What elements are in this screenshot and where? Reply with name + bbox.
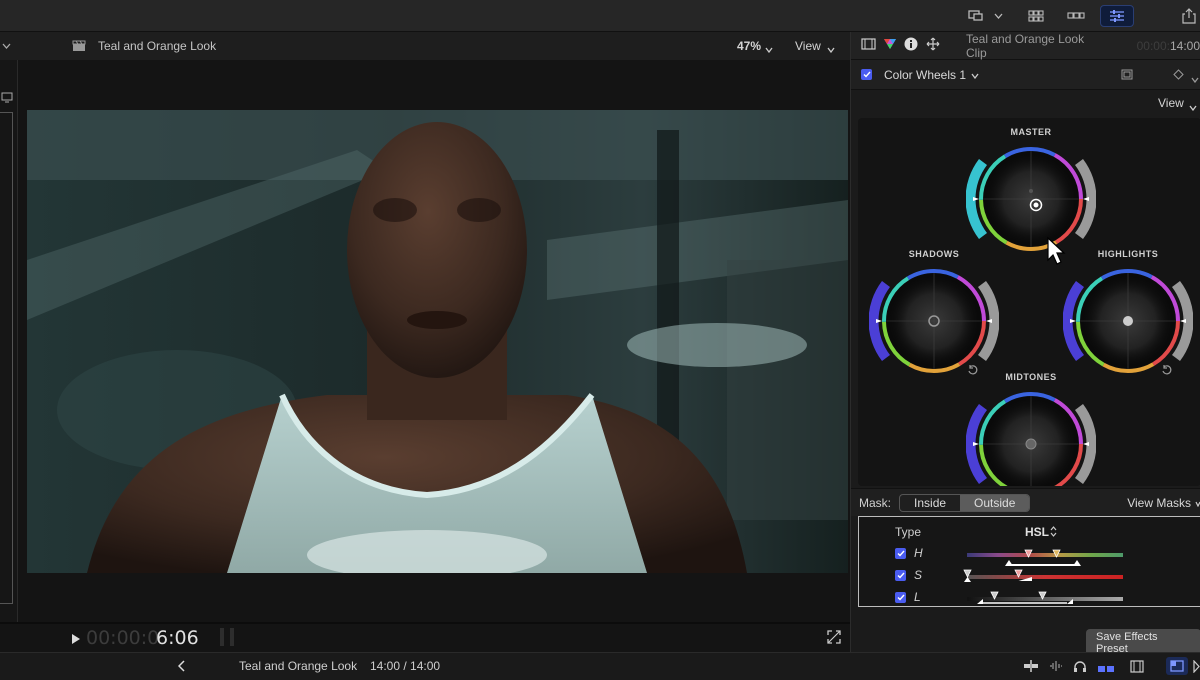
keyframe-diamond-icon[interactable] <box>1173 69 1184 83</box>
scope-waveform-frame <box>0 112 13 604</box>
chevron-down-icon[interactable] <box>971 68 979 82</box>
mask-label: Mask: <box>859 495 892 510</box>
chevron-down-icon[interactable] <box>2 38 11 52</box>
headphones-icon[interactable] <box>1073 660 1087 676</box>
hsl-qualifier-panel: Type HSL H S L <box>858 516 1200 607</box>
clip-appearance-icon[interactable] <box>1130 660 1144 676</box>
view-masks-menu[interactable]: View Masks <box>1127 496 1191 510</box>
clip-time-dim: 00:00: <box>1136 38 1170 53</box>
chevron-down-icon[interactable] <box>1195 496 1200 510</box>
video-frame <box>27 110 848 573</box>
wheels-view-menu[interactable]: View <box>1158 96 1184 110</box>
highlights-wheel-label: HIGHLIGHTS <box>1097 249 1159 259</box>
viewer-header: Teal and Orange Look 47% View <box>0 32 850 60</box>
luma-range-handles-icon[interactable] <box>977 591 1077 608</box>
reset-icon[interactable] <box>1161 364 1173 379</box>
luma-checkbox[interactable] <box>895 592 906 603</box>
mask-row: Mask: Inside Outside View Masks <box>851 488 1200 516</box>
zoom-level[interactable]: 47% <box>737 39 761 53</box>
reset-icon[interactable] <box>967 364 979 379</box>
mask-inside-button[interactable]: Inside <box>900 495 960 511</box>
hue-checkbox[interactable] <box>895 548 906 559</box>
inspector-tabs: Teal and Orange Look Clip 00:00: 14:00 <box>851 32 1200 60</box>
clapper-icon <box>72 40 86 55</box>
share-icon[interactable] <box>1178 5 1200 27</box>
effect-name-menu[interactable]: Color Wheels 1 <box>884 68 966 82</box>
clip-time: 14:00 <box>1169 38 1200 53</box>
timeline-toolbar: Teal and Orange Look 14:00 / 14:00 <box>0 652 1200 680</box>
snapping-icon[interactable] <box>1097 662 1115 676</box>
project-duration: 14:00 / 14:00 <box>370 659 441 673</box>
viewer-footer: 00:00:0 6:06 <box>0 624 850 652</box>
type-select[interactable]: HSL <box>1025 525 1049 539</box>
viewer-clip-title: Teal and Orange Look <box>98 39 217 53</box>
color-wheels-panel: MASTER SHADOWS HIGHLIGHTS MIDTONES <box>858 118 1200 486</box>
info-icon[interactable] <box>904 37 918 54</box>
transform-icon[interactable] <box>926 37 940 54</box>
timeline-icon[interactable] <box>1060 5 1092 27</box>
scopes-strip <box>0 60 18 622</box>
shadows-color-wheel[interactable] <box>869 264 999 379</box>
display-icon[interactable] <box>962 5 990 27</box>
mask-shape-icon[interactable] <box>1121 69 1133 83</box>
transitions-icon[interactable] <box>1193 659 1200 676</box>
audio-meter-icon <box>220 628 224 646</box>
chevron-down-icon[interactable] <box>827 42 835 56</box>
saturation-low-handle-icon[interactable] <box>963 569 972 586</box>
luma-label: L <box>914 590 921 604</box>
wheels-view-row: View <box>851 90 1200 116</box>
video-inspector-icon[interactable] <box>861 38 876 53</box>
chevron-down-icon[interactable] <box>765 42 773 56</box>
highlights-color-wheel[interactable] <box>1063 264 1193 379</box>
shadows-wheel-label: SHADOWS <box>908 249 960 259</box>
inspector-clip-name: Teal and Orange Look Clip <box>966 31 1085 60</box>
skimming-icon[interactable] <box>1023 660 1039 675</box>
monitor-icon[interactable] <box>1 92 13 106</box>
play-icon[interactable] <box>71 633 80 647</box>
inspector-panel: Teal and Orange Look Clip 00:00: 14:00 C… <box>850 32 1200 657</box>
project-name: Teal and Orange Look <box>239 659 358 673</box>
saturation-label: S <box>914 568 923 582</box>
timecode: 6:06 <box>156 627 199 649</box>
fullscreen-icon[interactable] <box>827 630 841 647</box>
master-wheel-label: MASTER <box>1010 127 1052 137</box>
chevron-down-icon[interactable] <box>990 5 1006 27</box>
hue-falloff-handle-icon[interactable] <box>1005 556 1081 570</box>
effect-enable-checkbox[interactable] <box>861 69 872 80</box>
saturation-range-track[interactable] <box>967 575 1123 579</box>
color-inspector-icon[interactable] <box>883 38 897 53</box>
browser-grid-icon[interactable] <box>1022 5 1050 27</box>
save-preset-row: Save Effects Preset <box>851 622 1200 657</box>
mask-outside-button[interactable]: Outside <box>960 494 1030 511</box>
type-label: Type <box>895 525 922 539</box>
midtones-color-wheel[interactable] <box>966 387 1096 486</box>
chevron-down-icon[interactable] <box>1189 100 1197 114</box>
midtones-wheel-label: MIDTONES <box>1005 372 1057 382</box>
viewer-view-menu[interactable]: View <box>795 39 821 53</box>
saturation-checkbox[interactable] <box>895 570 906 581</box>
audio-skimming-icon[interactable] <box>1049 660 1063 675</box>
mask-segmented-control: Inside Outside <box>899 493 1031 512</box>
back-chevron-icon[interactable] <box>177 660 185 675</box>
effect-header-row: Color Wheels 1 <box>851 60 1200 90</box>
inspector-toggle-icon[interactable] <box>1100 5 1134 27</box>
effects-browser-icon[interactable] <box>1166 657 1188 675</box>
timecode-dim: 00:00:0 <box>86 627 160 649</box>
updown-chevron-icon[interactable] <box>1050 526 1057 540</box>
audio-meter-icon <box>230 628 234 646</box>
chevron-down-icon[interactable] <box>1191 72 1199 86</box>
top-toolbar <box>0 0 1200 32</box>
master-color-wheel[interactable] <box>966 142 1096 257</box>
saturation-high-handle-icon[interactable] <box>1014 569 1036 586</box>
hue-label: H <box>914 546 923 560</box>
